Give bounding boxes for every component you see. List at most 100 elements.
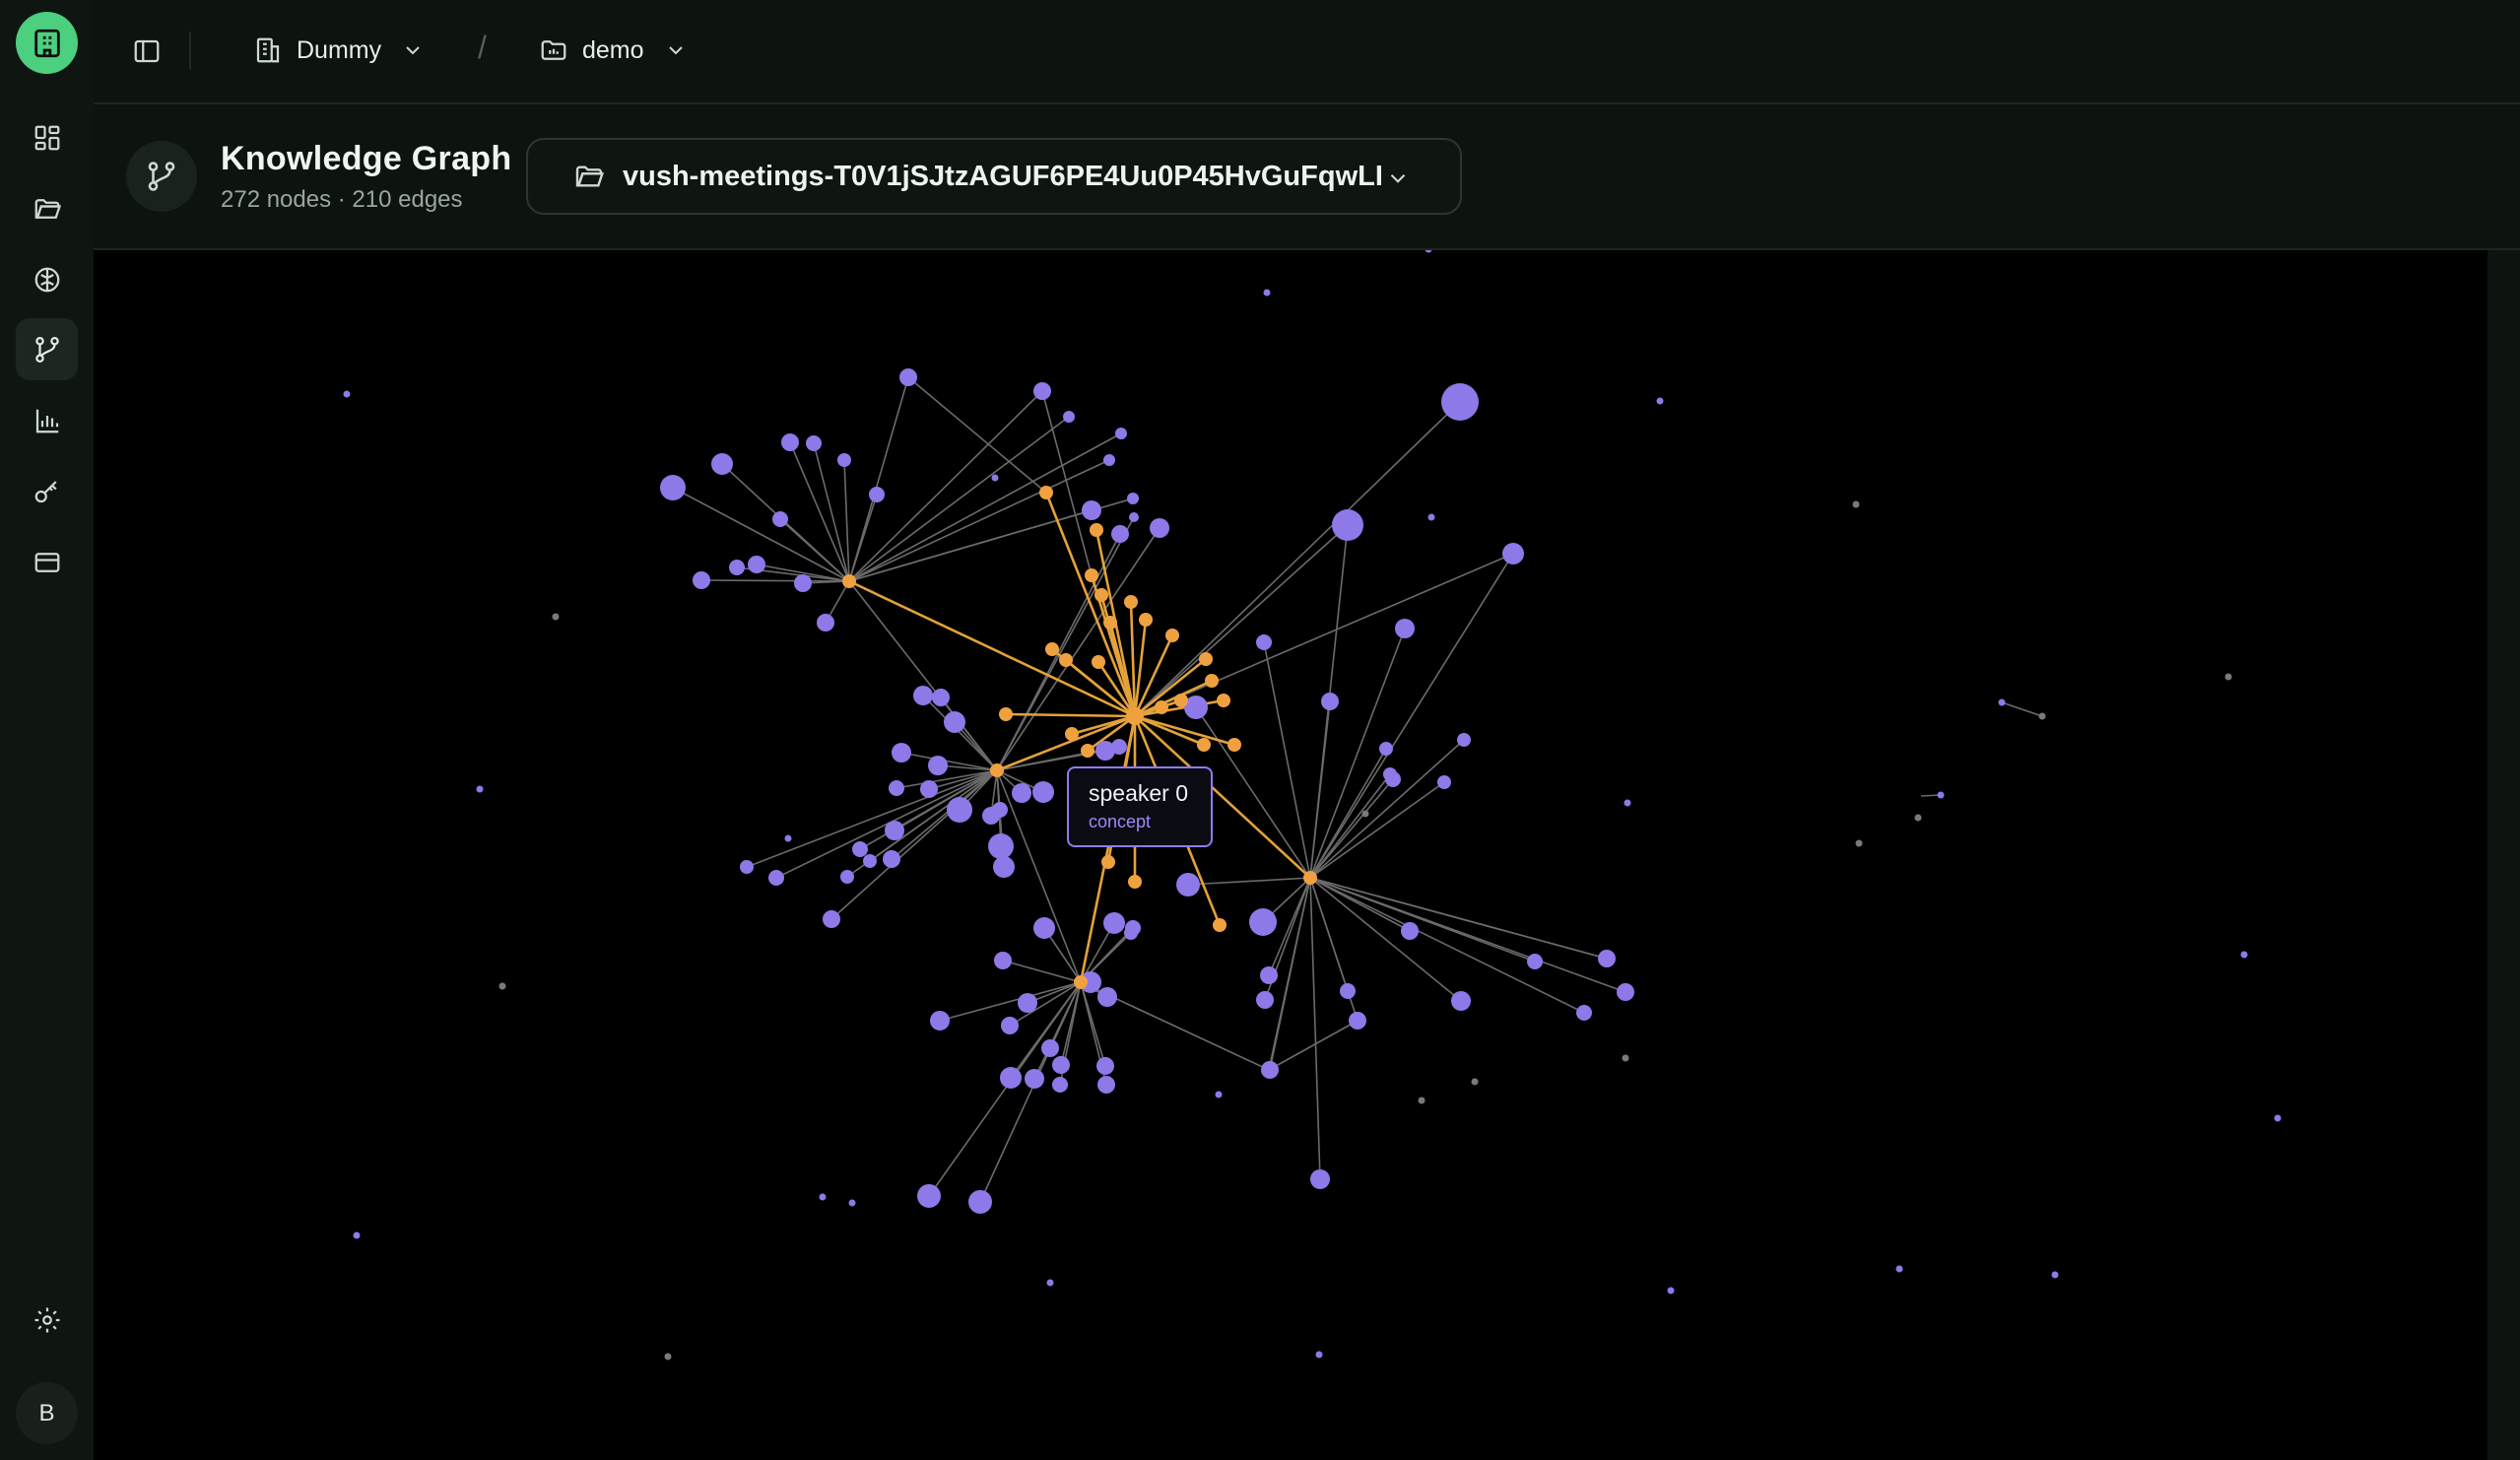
graph-node-highlight[interactable] [1092,655,1105,669]
graph-node[interactable] [994,952,1012,969]
graph-node[interactable] [2038,712,2046,720]
graph-node[interactable] [992,802,1008,818]
graph-node[interactable] [1340,983,1356,999]
graph-node[interactable] [1103,912,1125,934]
graph-node[interactable] [852,841,868,857]
graph-node-highlight[interactable] [1165,629,1179,642]
graph-branch-icon[interactable] [16,318,78,380]
graph-node[interactable] [343,390,351,398]
graph-node[interactable] [1000,1067,1022,1089]
graph-node[interactable] [1111,525,1129,543]
graph-node[interactable] [552,613,560,621]
graph-node[interactable] [913,686,933,705]
graph-node-highlight[interactable] [1124,595,1138,609]
graph-node[interactable] [781,433,799,451]
graph-node[interactable] [1361,810,1369,818]
org-logo-icon[interactable] [16,12,78,74]
graph-node[interactable] [1471,1078,1479,1086]
graph-node[interactable] [1127,493,1139,504]
graph-node[interactable] [1576,1005,1592,1021]
sidebar-toggle-icon[interactable] [127,32,166,71]
graph-node[interactable] [353,1231,361,1239]
graph-node[interactable] [819,1193,827,1201]
graph-node[interactable] [1624,799,1631,807]
scrollbar[interactable] [2487,250,2520,1460]
graph-node[interactable] [693,571,710,589]
avatar[interactable]: B [16,1382,78,1444]
graph-node[interactable] [1046,1279,1054,1287]
graph-node[interactable] [883,850,900,868]
graph-node[interactable] [1082,500,1101,520]
graph-node[interactable] [920,780,938,798]
graph-node[interactable] [892,743,911,763]
graph-node[interactable] [817,614,834,631]
graph-node[interactable] [1852,500,1860,508]
graph-node[interactable] [1260,966,1278,984]
graph-node[interactable] [1111,739,1127,755]
graph-node[interactable] [1129,512,1139,522]
graph-node[interactable] [1395,619,1415,638]
graph-node[interactable] [1150,518,1169,538]
graph-node[interactable] [1096,1057,1114,1075]
graph-node[interactable] [1998,698,2006,706]
graph-node[interactable] [1418,1096,1426,1104]
graph-node-highlight[interactable] [1197,738,1211,752]
project-selector[interactable]: demo [539,28,688,73]
graph-node-highlight[interactable] [1085,568,1098,582]
graph-canvas[interactable]: speaker 0 concept [94,250,2487,1460]
graph-node[interactable] [1937,791,1945,799]
graph-node[interactable] [748,556,765,573]
graph-node-highlight[interactable] [1205,674,1219,688]
bar-chart-icon[interactable] [16,389,78,451]
graph-node[interactable] [869,487,885,502]
graph-node[interactable] [2224,673,2232,681]
graph-node[interactable] [993,856,1015,878]
graph-node-highlight[interactable] [990,763,1004,777]
graph-node-highlight[interactable] [1128,875,1142,889]
graph-node-highlight[interactable] [1090,523,1103,537]
graph-node[interactable] [498,982,506,990]
graph-node[interactable] [2240,951,2248,959]
graph-node[interactable] [885,821,904,840]
graph-node-highlight[interactable] [1059,653,1073,667]
graph-node[interactable] [1379,742,1393,756]
graph-node-highlight[interactable] [1065,727,1079,741]
graph-node[interactable] [1656,397,1664,405]
graph-node[interactable] [1256,991,1274,1009]
graph-node-highlight[interactable] [1217,694,1230,707]
dashboard-icon[interactable] [16,106,78,168]
graph-node[interactable] [1315,1351,1323,1359]
graph-node[interactable] [664,1353,672,1360]
graph-node[interactable] [740,860,754,874]
graph-node[interactable] [1349,1012,1366,1029]
graph-node[interactable] [476,785,484,793]
graph-node[interactable] [944,711,965,733]
graph-node[interactable] [1025,1069,1044,1089]
graph-node-highlight[interactable] [999,707,1013,721]
graph-node-highlight[interactable] [1039,486,1053,499]
graph-node[interactable] [1855,839,1863,847]
graph-node[interactable] [1052,1056,1070,1074]
graph-node[interactable] [968,1190,992,1214]
graph-node[interactable] [1385,771,1401,787]
graph-node[interactable] [1263,289,1271,297]
graph-node[interactable] [1041,1039,1059,1057]
graph-node[interactable] [863,854,877,868]
credit-card-icon[interactable] [16,531,78,593]
graph-node[interactable] [1321,693,1339,710]
graph-node-highlight[interactable] [1155,700,1168,714]
folder-icon[interactable] [16,177,78,239]
graph-node[interactable] [2274,1114,2282,1122]
graph-node[interactable] [1063,411,1075,423]
graph-node[interactable] [932,689,950,706]
graph-node[interactable] [1451,991,1471,1011]
graph-node[interactable] [1261,1061,1279,1079]
graph-node[interactable] [794,574,812,592]
graph-node[interactable] [1103,454,1115,466]
graph-node-highlight[interactable] [1227,738,1241,752]
graph-node[interactable] [1527,954,1543,969]
graph-node[interactable] [1332,509,1363,541]
graph-node[interactable] [1033,917,1055,939]
graph-node[interactable] [1310,1169,1330,1189]
knowledge-graph[interactable] [94,250,2487,1460]
